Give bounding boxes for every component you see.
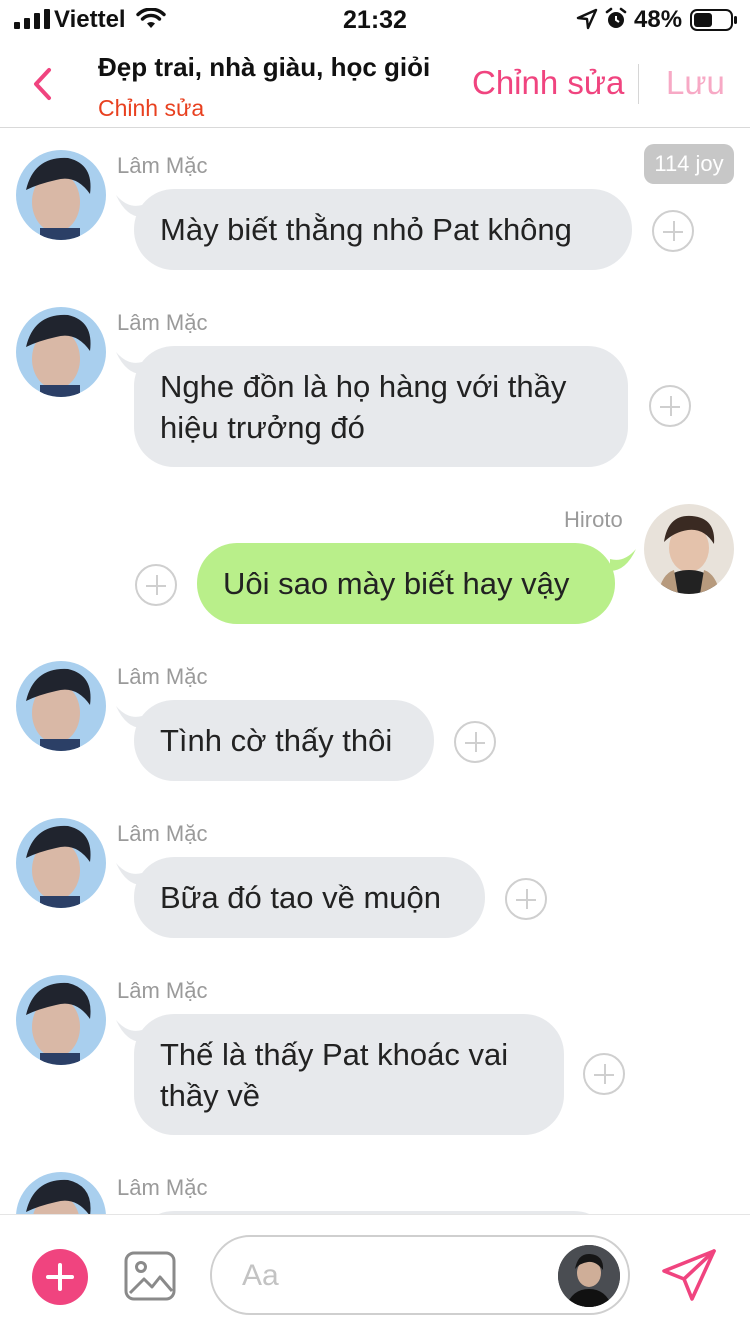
add-reaction-icon[interactable] <box>505 878 547 920</box>
sender-avatar-lam-mac[interactable] <box>16 307 106 397</box>
sender-name: Lâm Mặc <box>117 1175 208 1200</box>
header-divider <box>638 64 639 104</box>
location-arrow-icon <box>576 8 598 30</box>
add-plus-icon[interactable] <box>32 1249 88 1305</box>
composer-bar: Aa <box>0 1214 750 1334</box>
sender-avatar-lam-mac[interactable] <box>16 150 106 240</box>
sender-avatar-lam-mac[interactable] <box>16 975 106 1065</box>
chat-title[interactable]: Đẹp trai, nhà giàu, học giỏi <box>98 52 430 83</box>
sender-name: Lâm Mặc <box>117 821 208 846</box>
message-bubble[interactable]: Uôi sao mày biết hay vậy <box>197 543 615 624</box>
sender-name: Lâm Mặc <box>117 664 208 689</box>
add-reaction-icon[interactable] <box>454 721 496 763</box>
sender-name: Lâm Mặc <box>117 153 208 178</box>
sender-avatar-hiroto[interactable] <box>644 504 734 594</box>
bubble-tail <box>610 549 636 571</box>
sender-avatar-lam-mac[interactable] <box>16 818 106 908</box>
sender-avatar-lam-mac[interactable] <box>16 661 106 751</box>
alarm-icon <box>605 7 627 28</box>
message-input[interactable]: Aa <box>210 1235 630 1315</box>
sender-avatar-lam-mac[interactable] <box>16 1172 106 1214</box>
edit-button[interactable]: Chỉnh sửa <box>472 64 624 102</box>
character-avatar[interactable] <box>558 1245 620 1307</box>
message-bubble[interactable]: Mày biết thằng nhỏ Pat không <box>134 189 632 270</box>
add-reaction-icon[interactable] <box>583 1053 625 1095</box>
message-bubble[interactable]: Thế là thấy Pat khoác vai thầy về <box>134 1014 564 1135</box>
image-icon[interactable] <box>124 1251 176 1301</box>
save-button[interactable]: Lưu <box>666 64 725 102</box>
chat-header: Đẹp trai, nhà giàu, học giỏi Chỉnh sửa C… <box>0 40 750 128</box>
message-input-placeholder: Aa <box>242 1259 279 1292</box>
message-bubble[interactable]: Tình cờ thấy thôi <box>134 700 434 781</box>
chat-subtitle-edit-link[interactable]: Chỉnh sửa <box>98 95 204 122</box>
status-bar: Viettel 21:32 48% <box>0 0 750 40</box>
add-reaction-icon[interactable] <box>652 210 694 252</box>
send-paper-plane-icon[interactable] <box>660 1247 718 1305</box>
battery-icon <box>690 9 737 31</box>
battery-percent: 48% <box>634 6 683 33</box>
message-list[interactable]: 114 joy Lâm Mặc Mày biết thằng nhỏ Pat k… <box>0 129 750 1214</box>
sender-name: Lâm Mặc <box>117 310 208 335</box>
add-reaction-icon[interactable] <box>135 564 177 606</box>
add-reaction-icon[interactable] <box>649 385 691 427</box>
joy-count-badge: 114 joy <box>644 144 734 184</box>
message-bubble[interactable]: Nghe đồn là họ hàng với thầy hiệu trưởng… <box>134 346 628 467</box>
sender-name: Lâm Mặc <box>117 978 208 1003</box>
message-bubble[interactable]: Bữa đó tao về muộn <box>134 857 485 938</box>
sender-name: Hiroto <box>564 507 623 532</box>
back-chevron-icon[interactable] <box>28 64 58 104</box>
